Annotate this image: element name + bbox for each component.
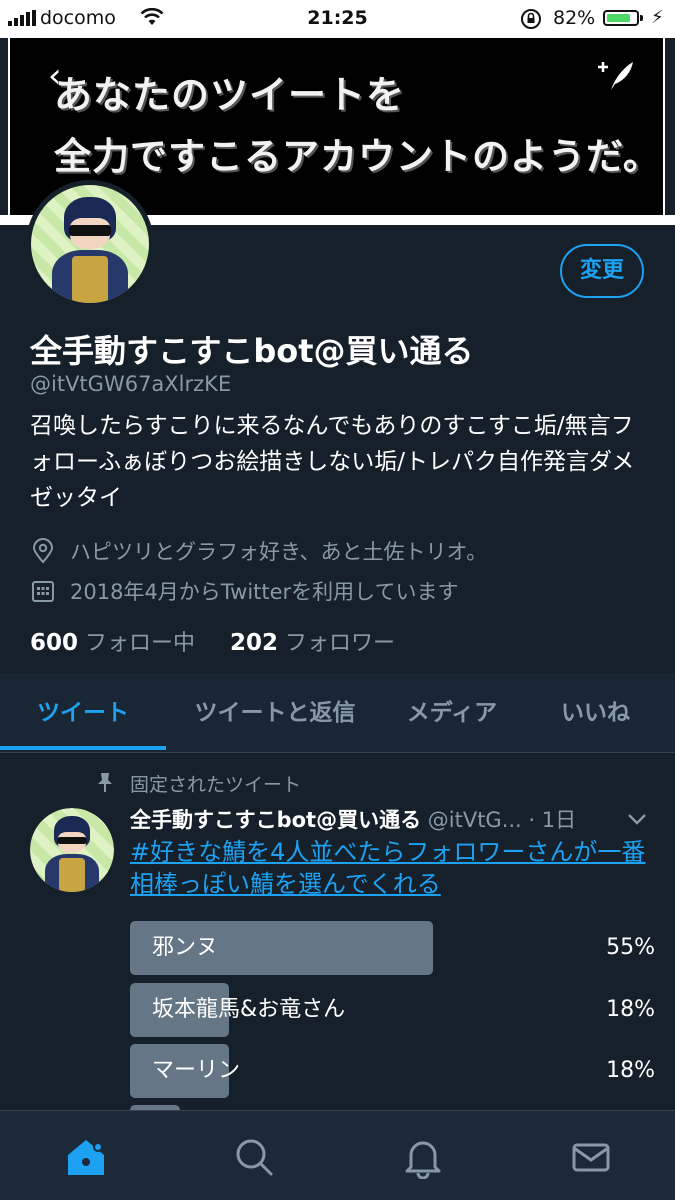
follow-counts: 600 フォロー中 202 フォロワー: [30, 625, 395, 657]
calendar-icon: [30, 578, 56, 604]
charging-icon: ⚡: [651, 7, 664, 28]
edit-profile-button[interactable]: 変更: [560, 244, 644, 298]
tweet-hashtag-link[interactable]: #好きな鯖を4人並べたらフォロワーさんが一番相棒っぽい鯖を選んでくれる: [130, 836, 650, 900]
tab-tweets[interactable]: ツイート: [0, 673, 166, 752]
battery-tip: [640, 15, 643, 21]
location-text: ハピツリとグラフォ好き、あと土佐トリオ。: [70, 540, 488, 564]
tab-likes[interactable]: いいね: [528, 673, 663, 752]
location-pin-icon: [30, 538, 56, 564]
tab-tweets-and-replies[interactable]: ツイートと返信: [166, 673, 384, 752]
poll-option-percentage: 55%: [606, 935, 655, 960]
profile-tabs: ツイート ツイートと返信 メディア いいね: [0, 673, 675, 753]
banner-text-line2: 全力ですこるアカウントのようだ。: [54, 135, 661, 178]
active-tab-indicator: [0, 746, 166, 750]
poll-option: 邪ンヌ 55%: [130, 921, 655, 975]
tweet-author-name[interactable]: 全手動すこすこbot@買い通る: [130, 808, 421, 832]
pin-icon: [96, 771, 114, 797]
bell-icon[interactable]: [401, 1135, 445, 1180]
following-link[interactable]: 600 フォロー中: [30, 630, 195, 656]
poll-option-label: 邪ンヌ: [152, 935, 219, 960]
bottom-navigation: [0, 1110, 675, 1200]
poll-option-label: 坂本龍馬&お竜さん: [152, 997, 346, 1022]
tab-media[interactable]: メディア: [384, 673, 520, 752]
profile-handle: @itVtGW67aXlrzKE: [30, 372, 232, 396]
poll-option-percentage: 18%: [606, 997, 655, 1022]
joined-text: 2018年4月からTwitterを利用しています: [70, 580, 459, 604]
compose-tweet-icon[interactable]: [597, 58, 637, 103]
followers-link[interactable]: 202 フォロワー: [230, 630, 395, 656]
poll-option-percentage: 18%: [606, 1058, 655, 1083]
poll-option: 坂本龍馬&お竜さん 18%: [130, 983, 655, 1037]
chevron-down-icon[interactable]: [624, 806, 650, 836]
tweet-header: 全手動すこすこbot@買い通る @itVtG... · 1日: [130, 804, 660, 834]
banner-text-line1: あなたのツイートを: [54, 73, 406, 117]
pinned-tweet-label: 固定されたツイート: [130, 774, 302, 796]
poll-option: マーリン 18%: [130, 1044, 655, 1098]
profile-joined: 2018年4月からTwitterを利用しています: [30, 576, 459, 606]
mail-icon[interactable]: [569, 1135, 613, 1179]
profile-avatar[interactable]: [26, 180, 154, 308]
search-icon[interactable]: [232, 1135, 276, 1179]
profile-bio: 召喚したらすこりに来るなんでもありのすこすこ垢/無言フォローふぁぼりつお絵描きし…: [30, 413, 635, 511]
profile-name: 全手動すこすこbot@買い通る: [30, 332, 474, 370]
tweet-handle-time: @itVtG... · 1日: [427, 808, 577, 832]
battery-percentage: 82%: [553, 7, 596, 29]
rotation-lock-icon: [520, 8, 542, 35]
tweet-avatar[interactable]: [30, 808, 114, 892]
home-icon[interactable]: [64, 1135, 108, 1179]
profile-location: ハピツリとグラフォ好き、あと土佐トリオ。: [30, 536, 487, 566]
poll-option-label: マーリン: [152, 1058, 241, 1083]
battery-icon: [603, 10, 639, 26]
status-bar: docomo 21:25 82% ⚡: [0, 0, 675, 38]
